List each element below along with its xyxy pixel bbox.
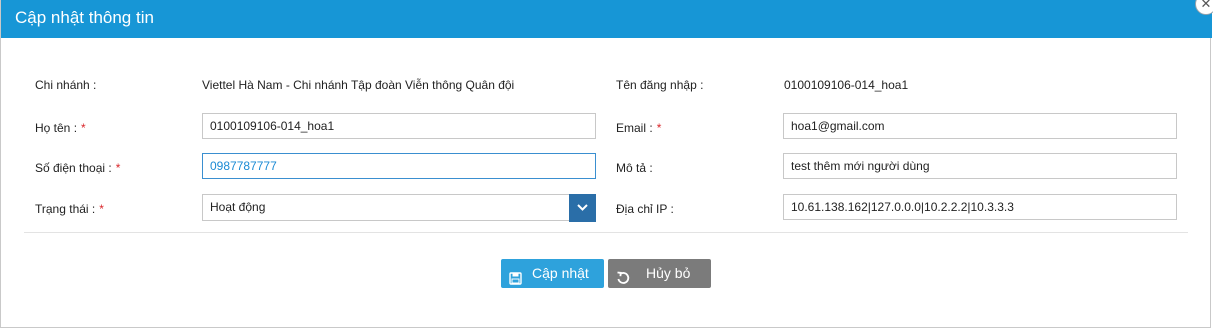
ip-address-label: Địa chỉ IP :: [616, 202, 674, 216]
cancel-button[interactable]: Hủy bỏ: [608, 259, 711, 288]
branch-label: Chi nhánh :: [35, 78, 97, 92]
username-value: 0100109106-014_hoa1: [784, 78, 909, 92]
chevron-down-icon[interactable]: [569, 194, 596, 222]
description-label: Mô tả :: [616, 161, 653, 175]
cancel-button-label: Hủy bỏ: [646, 265, 691, 281]
full-name-input[interactable]: 0100109106-014_hoa1: [202, 113, 596, 139]
dialog-header: Cập nhật thông tin: [1, 0, 1212, 38]
status-label: Trạng thái : *: [35, 202, 104, 216]
phone-label: Số điện thoại : *: [35, 161, 121, 175]
update-button-label: Cập nhật: [532, 265, 589, 281]
username-label: Tên đăng nhập :: [616, 78, 704, 92]
full-name-label: Họ tên : *: [35, 121, 86, 135]
ip-address-input[interactable]: 10.61.138.162|127.0.0.0|10.2.2.2|10.3.3.…: [783, 194, 1177, 220]
save-icon: [509, 266, 522, 295]
undo-icon: [616, 266, 630, 295]
description-input[interactable]: test thêm mới người dùng: [783, 153, 1177, 179]
status-select[interactable]: Hoạt động: [202, 194, 596, 222]
required-marker: *: [656, 121, 662, 135]
update-button[interactable]: Cập nhật: [501, 259, 604, 288]
email-input[interactable]: hoa1@gmail.com: [783, 113, 1177, 139]
email-label: Email : *: [616, 121, 662, 135]
status-select-value: Hoạt động: [210, 200, 266, 214]
required-marker: *: [81, 121, 86, 135]
required-marker: *: [99, 202, 104, 216]
dialog-title: Cập nhật thông tin: [15, 8, 154, 27]
branch-value: Viettel Hà Nam - Chi nhánh Tập đoàn Viễn…: [202, 78, 515, 92]
divider: [24, 232, 1188, 233]
required-marker: *: [115, 161, 121, 175]
update-info-dialog: Cập nhật thông tin Chi nhánh : Viettel H…: [0, 0, 1212, 328]
phone-input[interactable]: 0987787777: [202, 153, 596, 179]
